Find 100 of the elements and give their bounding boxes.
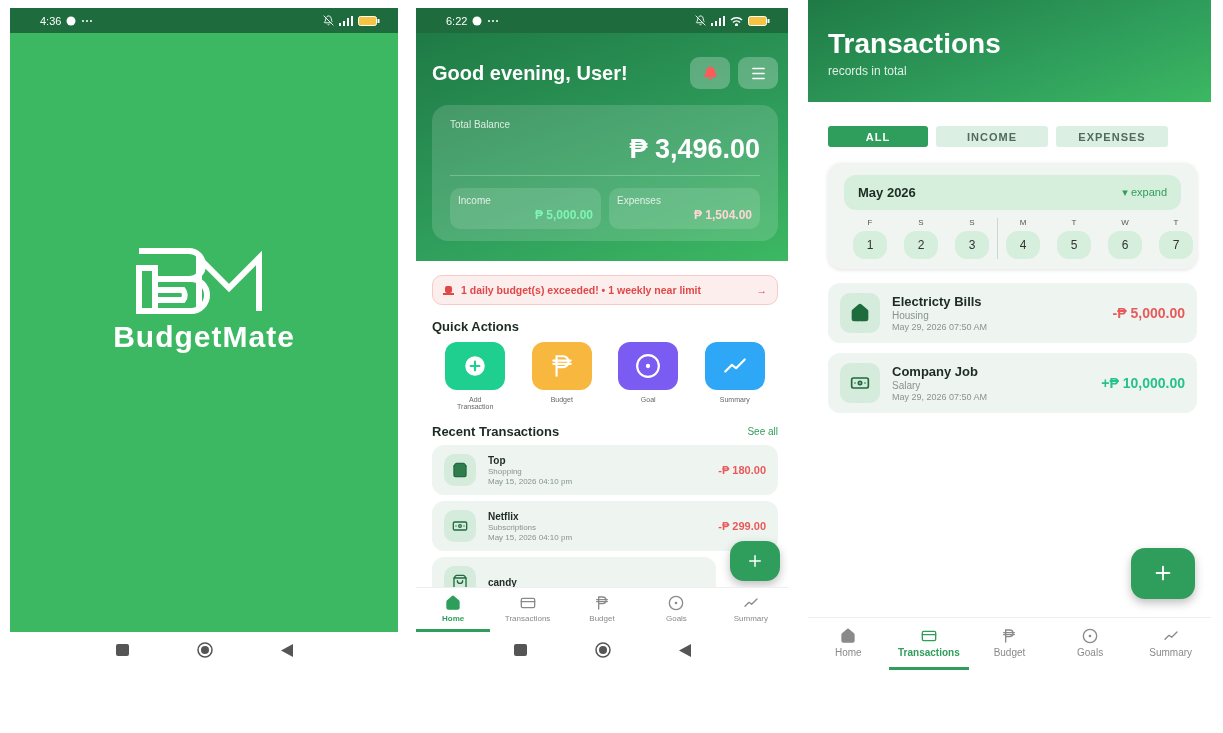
day-chip[interactable]: 1: [853, 231, 887, 259]
greeting: Good evening, User!: [432, 61, 628, 85]
nav-tab[interactable]: Goals: [1049, 618, 1131, 670]
transaction-card[interactable]: Netflix Subscriptions May 15, 2026 04:10 pm -₱ 299.00: [432, 501, 778, 551]
transaction-date: May 15, 2026 04:10 pm: [488, 532, 574, 542]
status-time: 6:22: [446, 14, 468, 27]
battery-icon: [748, 15, 770, 26]
expenses-amount: ₱ 1,504.00: [692, 208, 752, 222]
weekday-label: S: [918, 218, 924, 227]
home-button[interactable]: [196, 642, 213, 658]
nav-tab[interactable]: Goals: [639, 588, 714, 632]
day-chip[interactable]: 5: [1057, 231, 1091, 259]
bell-icon: [702, 65, 718, 81]
see-all-link[interactable]: See all: [747, 426, 778, 437]
menu-button[interactable]: [738, 57, 778, 89]
transaction-amount: +₱ 10,000.00: [1101, 375, 1185, 391]
income-amount: ₱ 5,000.00: [533, 208, 593, 222]
section-title: Recent Transactions: [432, 424, 560, 439]
transaction-category: Subscriptions: [488, 522, 538, 532]
more-icon: [81, 18, 94, 23]
nav-tab[interactable]: Budget: [969, 618, 1050, 670]
nav-tab[interactable]: Home: [808, 618, 889, 670]
status-time: 4:36: [40, 14, 62, 27]
add-button[interactable]: [730, 541, 780, 581]
more-icon: [487, 18, 500, 23]
balance-amount: ₱ 3,496.00: [450, 134, 760, 176]
quick-action-button[interactable]: [704, 342, 765, 390]
day-chip[interactable]: 7: [1159, 231, 1193, 259]
budget-alert[interactable]: 1 daily budget(s) exceeded! • 1 weekly near limit →: [432, 275, 778, 305]
expenses-label: Expenses: [617, 195, 662, 206]
back-button[interactable]: [678, 643, 691, 657]
home-icon: [840, 627, 857, 644]
recent-apps-button[interactable]: [115, 644, 129, 656]
weekday-label: T: [1173, 218, 1179, 227]
day-chip[interactable]: 6: [1108, 231, 1142, 259]
filter-tab[interactable]: EXPENSES: [1056, 126, 1168, 147]
transaction-date: May 29, 2026 07:50 AM: [892, 322, 989, 332]
nav-tab[interactable]: Summary: [1130, 618, 1211, 670]
nav-tab[interactable]: Transactions: [888, 618, 970, 670]
transaction-title: Netflix: [488, 510, 520, 522]
house-icon: [850, 303, 870, 323]
bell-off-icon: [695, 15, 706, 26]
nav-tab[interactable]: Budget: [564, 588, 640, 632]
transaction-card[interactable]: Electricty Bills Housing May 29, 2026 07:50 AM -₱ 5,000.00: [828, 283, 1197, 343]
expand-toggle: ▾ expand: [1122, 186, 1167, 199]
transaction-title: Top: [488, 454, 507, 466]
calendar-month: May 2026: [858, 185, 916, 200]
target-icon: [635, 353, 662, 379]
page-title: Transactions: [828, 28, 1002, 60]
transaction-title: Electricty Bills: [892, 294, 983, 309]
nav-tab[interactable]: Summary: [713, 588, 788, 632]
transaction-card[interactable]: candy: [432, 557, 716, 587]
transaction-title: candy: [488, 576, 518, 587]
balance-label: Total Balance: [450, 119, 512, 130]
battery-icon: [358, 15, 380, 26]
nav-tab[interactable]: Transactions: [490, 588, 565, 632]
target-icon: [668, 594, 685, 611]
alert-message: 1 daily budget(s) exceeded! • 1 weekly near limit: [461, 284, 702, 296]
transaction-amount: -₱ 180.00: [718, 464, 766, 476]
peso-icon: [1001, 627, 1018, 644]
income-label: Income: [458, 195, 492, 206]
chat-bubble-icon: [66, 15, 77, 26]
day-chip[interactable]: 2: [904, 231, 938, 259]
weekday-label: W: [1121, 218, 1129, 227]
weekday-label: S: [969, 218, 975, 227]
weekday-label: T: [1071, 218, 1077, 227]
transaction-title: Company Job: [892, 364, 979, 379]
app-name: BudgetMate: [113, 320, 295, 354]
peso-icon: [594, 594, 610, 611]
wifi-icon: [730, 15, 743, 26]
chat-bubble-icon: [472, 15, 483, 26]
quick-action-button[interactable]: [618, 342, 679, 390]
banknote-icon: [452, 518, 468, 534]
home-icon: [445, 594, 462, 611]
back-button[interactable]: [280, 643, 293, 657]
day-chip[interactable]: 4: [1006, 231, 1040, 259]
transaction-amount: -₱ 299.00: [718, 520, 766, 532]
day-chip[interactable]: 3: [955, 231, 989, 259]
filter-tab[interactable]: ALL: [828, 126, 928, 147]
transaction-category: Shopping: [488, 466, 523, 476]
add-button[interactable]: [1131, 547, 1195, 599]
transaction-card[interactable]: Company Job Salary May 29, 2026 07:50 AM +₱ 10,000.00: [828, 353, 1197, 413]
transaction-category: Housing: [892, 310, 930, 321]
weekday-label: F: [867, 218, 873, 227]
transaction-amount: -₱ 5,000.00: [1112, 305, 1185, 321]
signal-icon: [711, 15, 725, 26]
transaction-date: May 15, 2026 04:10 pm: [488, 476, 574, 486]
filter-tab[interactable]: INCOME: [936, 126, 1048, 147]
alert-arrow: →: [756, 284, 767, 296]
transaction-date: May 29, 2026 07:50 AM: [892, 392, 989, 402]
calendar-header[interactable]: May 2026 ▾ expand: [844, 175, 1181, 210]
plus-icon: [746, 552, 764, 570]
target-icon: [1082, 627, 1099, 644]
home-button[interactable]: [594, 642, 611, 658]
signal-icon: [339, 15, 353, 26]
transaction-category: Salary: [892, 380, 922, 391]
weekday-label: M: [1019, 218, 1027, 227]
recent-apps-button[interactable]: [513, 644, 527, 656]
transaction-card[interactable]: Top Shopping May 15, 2026 04:10 pm -₱ 180.00: [432, 445, 778, 495]
section-title: Quick Actions: [432, 319, 520, 334]
